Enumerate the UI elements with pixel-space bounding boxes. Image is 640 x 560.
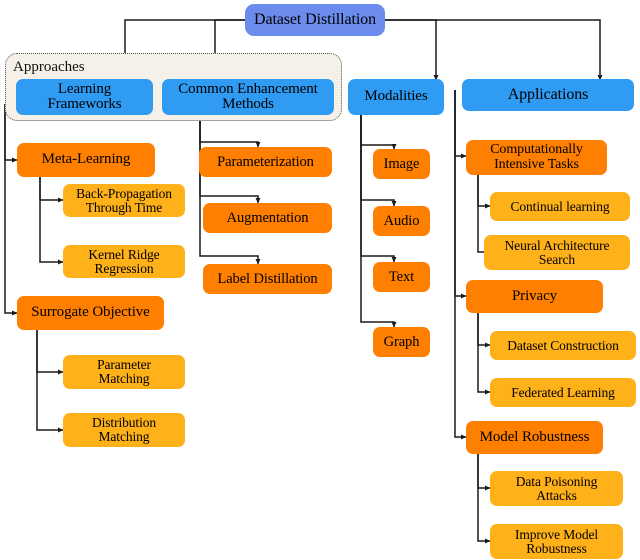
node-audio[interactable]: Audio — [373, 206, 430, 236]
node-improve-model-robustness[interactable]: Improve Model Robustness — [490, 524, 623, 559]
node-label: Dataset Construction — [507, 337, 619, 353]
node-label: Augmentation — [226, 209, 309, 226]
node-label-line2: Attacks — [536, 487, 577, 503]
node-data-poisoning-attacks[interactable]: Data Poisoning Attacks — [490, 471, 623, 506]
node-continual-learning[interactable]: Continual learning — [490, 192, 630, 221]
node-surrogate-objective[interactable]: Surrogate Objective — [17, 296, 164, 330]
node-label-line1: Improve Model — [514, 526, 599, 542]
node-image[interactable]: Image — [373, 149, 430, 179]
node-label-distillation[interactable]: Label Distillation — [203, 264, 332, 294]
node-label-line1: Computationally — [490, 142, 583, 158]
node-label-line2: Methods — [222, 96, 274, 112]
node-common-enhancement-methods[interactable]: Common Enhancement Methods — [162, 79, 334, 115]
node-distribution-matching[interactable]: Distribution Matching — [63, 413, 185, 447]
node-label: Privacy — [511, 287, 558, 304]
node-label-line2: Matching — [98, 371, 150, 386]
node-label-line2: Matching — [98, 429, 150, 444]
approaches-group-label: Approaches — [13, 59, 85, 75]
node-federated-learning[interactable]: Federated Learning — [490, 378, 636, 407]
node-label-line1: Common Enhancement — [178, 80, 318, 97]
node-augmentation[interactable]: Augmentation — [203, 203, 332, 233]
node-parameter-matching[interactable]: Parameter Matching — [63, 355, 185, 389]
node-label-line1: Neural Architecture — [504, 237, 610, 253]
node-label: Audio — [383, 212, 420, 229]
taxonomy-diagram: Approaches Dataset Distillation Learning… — [0, 0, 640, 560]
node-kernel-ridge-regression[interactable]: Kernel Ridge Regression — [63, 245, 185, 278]
node-learning-frameworks[interactable]: Learning Frameworks — [16, 79, 153, 115]
node-dataset-construction[interactable]: Dataset Construction — [490, 331, 636, 360]
node-privacy[interactable]: Privacy — [466, 280, 603, 313]
node-label: Parameterization — [217, 153, 314, 170]
node-label-line1: Kernel Ridge — [88, 246, 160, 262]
node-label-line2: Frameworks — [47, 96, 122, 112]
node-label: Applications — [507, 85, 589, 103]
node-label: Meta-Learning — [41, 151, 131, 168]
node-label: Modalities — [364, 88, 428, 105]
node-label-line2: Through Time — [85, 199, 163, 215]
node-label: Dataset Distillation — [254, 10, 376, 28]
node-label: Surrogate Objective — [31, 304, 150, 321]
node-neural-architecture-search[interactable]: Neural Architecture Search — [484, 235, 630, 270]
node-label: Graph — [383, 333, 420, 350]
node-label-line2: Intensive Tasks — [494, 156, 579, 172]
node-label-line2: Robustness — [526, 540, 587, 556]
node-label-line1: Data Poisoning — [515, 473, 598, 489]
node-label-line1: Parameter — [97, 357, 151, 373]
node-label: Text — [388, 268, 415, 285]
node-parameterization[interactable]: Parameterization — [199, 147, 332, 177]
node-text[interactable]: Text — [373, 262, 430, 292]
node-label-line2: Search — [538, 251, 576, 267]
node-computationally-intensive-tasks[interactable]: Computationally Intensive Tasks — [466, 140, 607, 175]
node-model-robustness[interactable]: Model Robustness — [466, 421, 603, 454]
node-label-line2: Regression — [94, 260, 154, 276]
node-label: Label Distillation — [217, 270, 318, 287]
node-dataset-distillation[interactable]: Dataset Distillation — [245, 4, 385, 36]
node-label: Federated Learning — [511, 384, 615, 400]
node-modalities[interactable]: Modalities — [348, 79, 444, 115]
node-label: Continual learning — [510, 198, 610, 214]
node-label: Image — [383, 155, 420, 172]
node-label-line1: Learning — [57, 80, 112, 97]
node-applications[interactable]: Applications — [462, 79, 634, 111]
node-back-propagation-through-time[interactable]: Back-Propagation Through Time — [63, 184, 185, 217]
node-label-line1: Distribution — [91, 415, 157, 431]
node-graph[interactable]: Graph — [373, 327, 430, 357]
node-meta-learning[interactable]: Meta-Learning — [17, 143, 155, 177]
node-label-line1: Back-Propagation — [76, 185, 172, 201]
node-label: Model Robustness — [479, 428, 590, 445]
